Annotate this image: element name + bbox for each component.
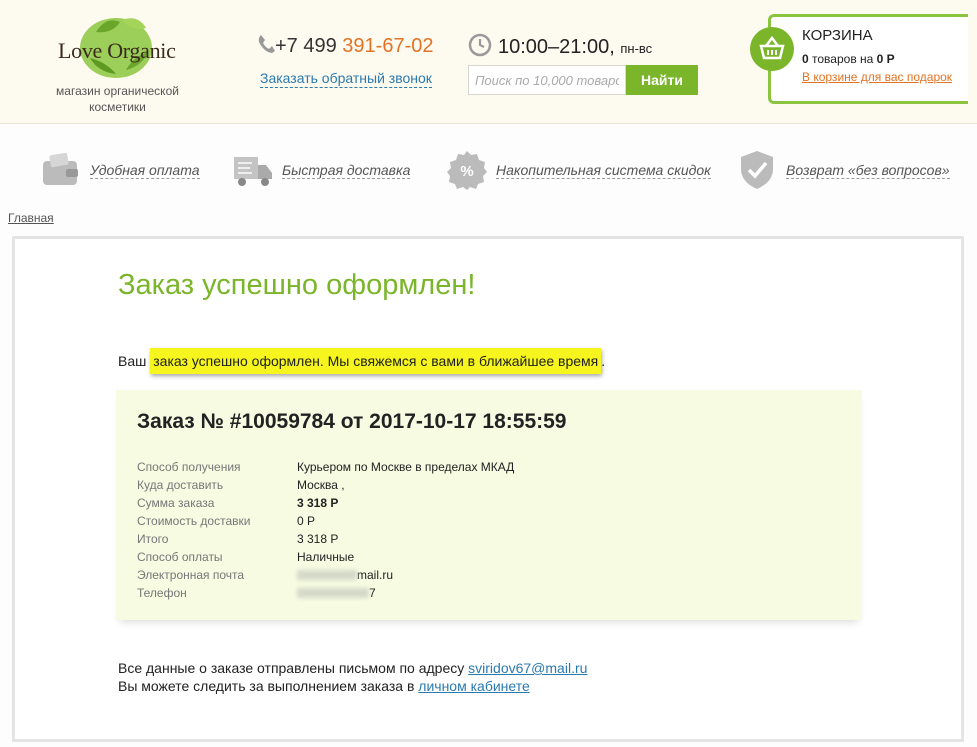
account-link[interactable]: личном кабинете: [418, 678, 529, 694]
order-summary: Заказ № #10059784 от 2017-10-17 18:55:59…: [116, 390, 862, 620]
cart-summary: 0 товаров на 0 Р: [802, 52, 895, 66]
search-form: Найти: [468, 65, 698, 95]
success-message: Ваш заказ успешно оформлен. Мы свяжемся …: [118, 348, 605, 374]
clock-icon: [468, 33, 492, 57]
cart-widget[interactable]: КОРЗИНА 0 товаров на 0 Р В корзине для в…: [750, 14, 968, 104]
feature-payment[interactable]: Удобная оплата: [40, 145, 200, 195]
phone-number[interactable]: +7 499 391-67-02: [257, 34, 433, 58]
basket-icon[interactable]: [750, 27, 794, 71]
features-bar: Удобная оплата Быстрая доставка % Накопи…: [0, 145, 977, 195]
logo-subtitle: магазин органической косметики: [56, 84, 179, 114]
phone-icon: [258, 35, 275, 53]
site-header: Love Organic магазин органической космет…: [0, 0, 977, 124]
feature-return[interactable]: Возврат «без вопросов»: [736, 145, 950, 195]
wallet-icon: [43, 152, 78, 185]
search-input[interactable]: [468, 65, 626, 95]
percent-icon: %: [447, 151, 487, 190]
redacted-phone: [297, 588, 369, 598]
feature-label: Быстрая доставка: [282, 161, 411, 179]
breadcrumb-home[interactable]: Главная: [8, 211, 54, 225]
order-details: Способ получения Курьером по Москве в пре…: [137, 458, 514, 602]
order-title: Заказ № #10059784 от 2017-10-17 18:55:59: [137, 410, 567, 433]
main-content: Заказ успешно оформлен! Ваш заказ успешн…: [12, 236, 964, 742]
callback-link[interactable]: Заказать обратный звонок: [260, 70, 432, 88]
cart-title: КОРЗИНА: [802, 27, 873, 44]
order-row-order-sum: Сумма заказа 3 318 Р: [137, 496, 339, 510]
email-notice: Все данные о заказе отправлены письмом п…: [118, 660, 588, 676]
order-row-email: Электронная почта mail.ru: [137, 568, 394, 582]
page-title: Заказ успешно оформлен!: [118, 269, 476, 301]
cart-gift-link[interactable]: В корзине для вас подарок: [802, 70, 952, 84]
shield-icon: [741, 151, 773, 189]
truck-icon: [234, 157, 272, 186]
order-row-phone: Телефон 7: [137, 586, 376, 600]
feature-delivery[interactable]: Быстрая доставка: [232, 145, 411, 195]
feature-label: Удобная оплата: [90, 161, 200, 179]
order-row-delivery-cost: Стоимость доставки 0 Р: [137, 514, 316, 528]
account-notice: Вы можете следить за выполнением заказа …: [118, 678, 530, 694]
message-highlight: заказ успешно оформлен. Мы свяжемся с ва…: [150, 348, 602, 374]
feature-discounts[interactable]: % Накопительная система скидок: [446, 145, 711, 195]
order-row-payment-method: Способ оплаты Наличные: [137, 550, 355, 564]
logo[interactable]: Love Organic магазин органической космет…: [40, 12, 200, 117]
working-hours: 10:00–21:00, пн-вс: [468, 33, 652, 59]
svg-text:%: %: [460, 163, 473, 180]
order-row-delivery-method: Способ получения Курьером по Москве в пре…: [137, 460, 515, 474]
order-row-total: Итого 3 318 Р: [137, 532, 339, 546]
email-link[interactable]: sviridov67@mail.ru: [468, 660, 587, 676]
redacted-email: [297, 570, 357, 580]
logo-text: Love Organic: [58, 38, 176, 63]
search-button[interactable]: Найти: [626, 65, 698, 95]
order-row-address: Куда доставить Москва ,: [137, 478, 345, 492]
feature-label: Возврат «без вопросов»: [786, 161, 950, 179]
order-footer-info: Все данные о заказе отправлены письмом п…: [118, 659, 587, 695]
feature-label: Накопительная система скидок: [496, 161, 711, 179]
